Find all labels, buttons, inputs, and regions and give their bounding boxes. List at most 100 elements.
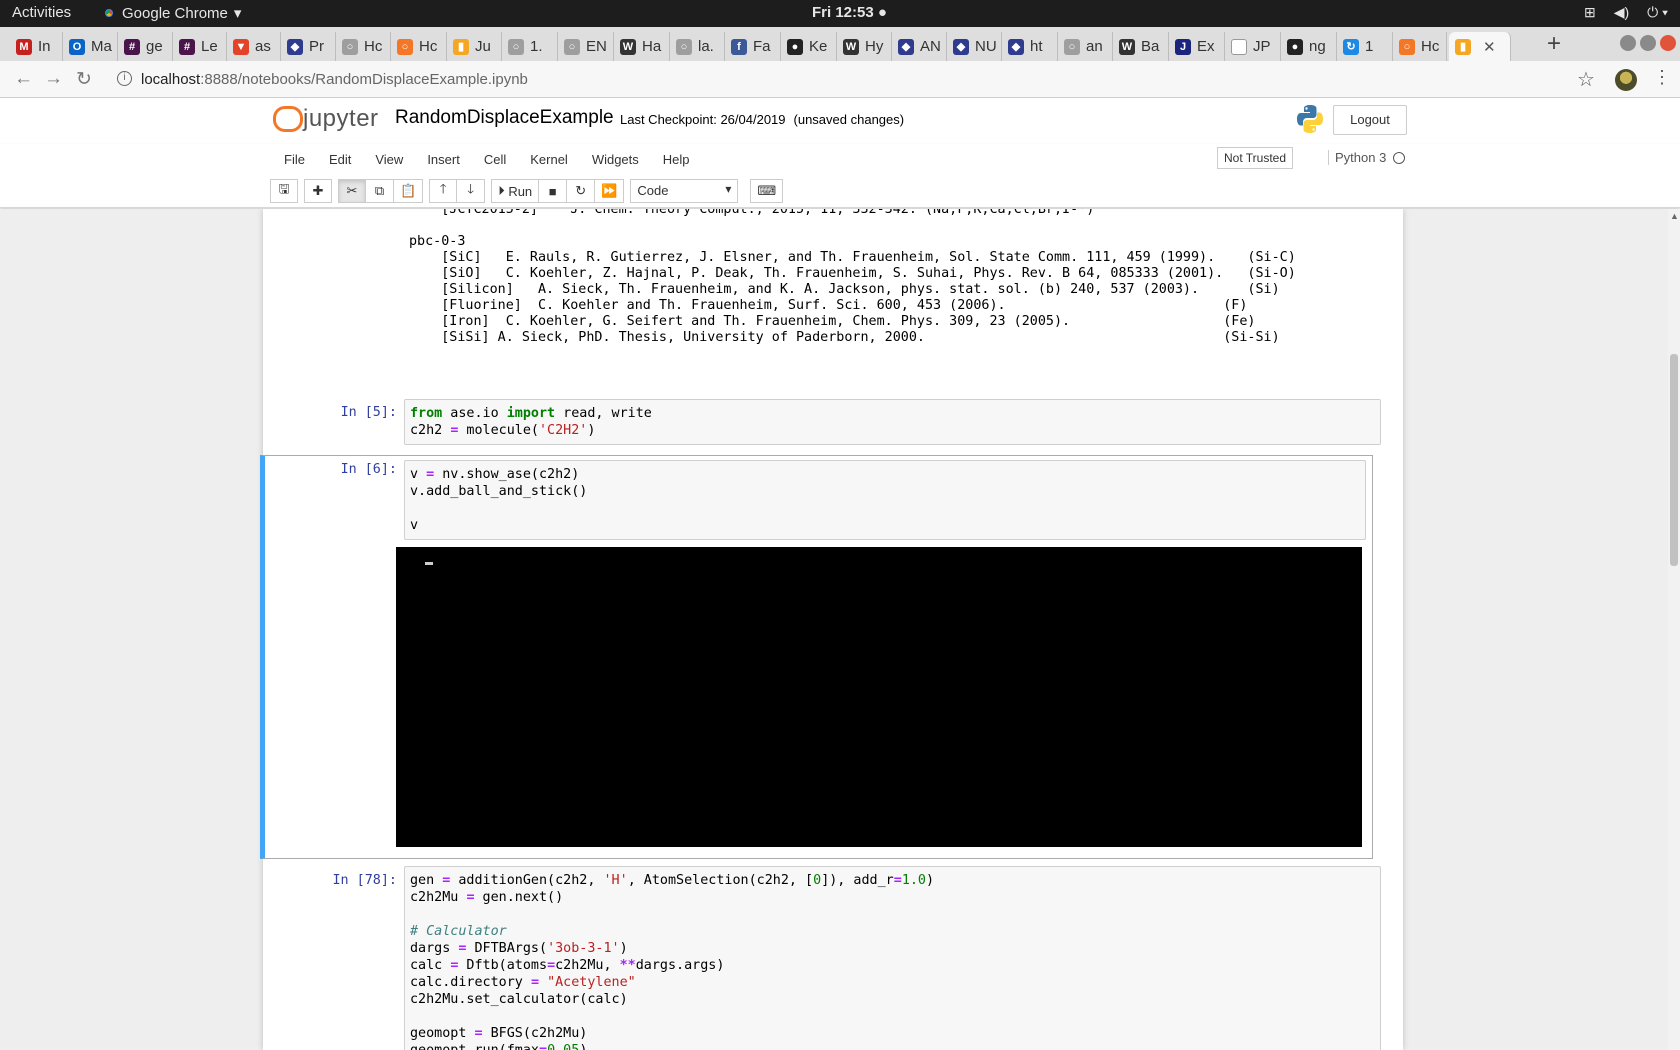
tab-title: Ma [91, 38, 112, 55]
menu-file[interactable]: File [272, 146, 317, 173]
browser-tab[interactable]: ○ EN [558, 32, 614, 61]
new-tab-button[interactable]: + [1547, 30, 1561, 58]
code-cell-5[interactable]: In [5]: from ase.io import read, write c… [277, 399, 1387, 451]
clock[interactable]: Fri 12:53 ● [812, 4, 887, 21]
scrollbar-thumb[interactable] [1670, 354, 1678, 566]
notebook-scroll-area[interactable]: [JCTC2015-2] J. Chem. Theory Comput., 20… [0, 209, 1668, 1050]
nglview-widget-canvas[interactable] [396, 547, 1362, 847]
browser-tab[interactable]: ○ an [1058, 32, 1113, 61]
logout-button[interactable]: Logout [1333, 105, 1407, 135]
close-window-icon[interactable] [1660, 35, 1676, 51]
restart-run-all-button[interactable]: ⏩ [595, 179, 625, 203]
minimize-icon[interactable] [1620, 35, 1636, 51]
maximize-icon[interactable] [1640, 35, 1656, 51]
menu-insert[interactable]: Insert [415, 146, 472, 173]
page-scrollbar[interactable]: ▲ [1668, 209, 1680, 1050]
reload-icon[interactable]: ↻ [76, 68, 92, 91]
browser-tab[interactable]: ↻ 1 [1337, 32, 1393, 61]
menu-cell[interactable]: Cell [472, 146, 518, 173]
browser-tab[interactable]: W Ba [1113, 32, 1169, 61]
copy-cell-button[interactable]: ⧉ [366, 179, 394, 203]
menu-list: File Edit View Insert Cell Kernel Widgets Help [272, 146, 702, 173]
browser-tab[interactable]: ◆ AN [892, 32, 947, 61]
tab-favicon-icon: f [731, 38, 747, 55]
browser-tab[interactable]: ● Ke [781, 32, 837, 61]
network-icon: ⊞ [1583, 4, 1596, 20]
browser-tab[interactable]: ◆ ht [1002, 32, 1058, 61]
browser-tab[interactable]: # ge [118, 32, 173, 61]
tab-favicon-icon: O [69, 38, 85, 55]
tab-title: ge [146, 38, 163, 55]
url-field[interactable]: localhost:8888/notebooks/RandomDisplaceE… [141, 71, 528, 88]
bookmark-star-icon[interactable]: ☆ [1577, 67, 1595, 92]
browser-tab[interactable]: ○ Hc [1393, 32, 1447, 61]
notebook-title[interactable]: RandomDisplaceExample [395, 107, 614, 129]
tab-favicon-icon: # [124, 38, 140, 55]
tab-title: Pr [309, 38, 324, 55]
browser-tab[interactable]: ▼ as [227, 32, 281, 61]
browser-tab[interactable]: ○ Hc [336, 32, 391, 61]
cell-type-select[interactable]: Code [630, 179, 739, 203]
menu-kernel[interactable]: Kernel [518, 146, 580, 173]
browser-tab[interactable]: M In [10, 32, 63, 61]
site-info-icon[interactable]: i [117, 71, 132, 86]
app-menu[interactable]: Google Chrome ▾ [102, 4, 241, 22]
step-forward-icon: ⏵ [498, 183, 505, 198]
browser-tab[interactable]: W Ha [614, 32, 670, 61]
browser-tab[interactable]: W Hy [837, 32, 892, 61]
code-editor[interactable]: gen = additionGen(c2h2, 'H', AtomSelecti… [404, 866, 1381, 1050]
back-arrow-icon[interactable]: ← [14, 68, 33, 90]
paste-cell-button[interactable]: 📋 [394, 179, 424, 203]
move-down-button[interactable]: 🡓 [457, 179, 486, 203]
interrupt-button[interactable]: ■ [539, 179, 568, 203]
trust-status-button[interactable]: Not Trusted [1217, 147, 1294, 169]
browser-tab[interactable]: ○ Hc [391, 32, 447, 61]
save-button[interactable]: 🖫 [270, 179, 298, 203]
copy-icon: ⧉ [374, 183, 385, 198]
browser-tab[interactable]: f Fa [725, 32, 781, 61]
browser-tab[interactable]: J Ex [1169, 32, 1225, 61]
browser-tab[interactable]: O Ma [63, 32, 118, 61]
stop-icon: ■ [548, 183, 557, 199]
browser-tab[interactable]: ● ng [1281, 32, 1337, 61]
output-line: [Silicon] A. Sieck, Th. Frauenheim, and … [409, 282, 1280, 297]
menu-help[interactable]: Help [651, 146, 702, 173]
output-line: pbc-0-3 [409, 234, 466, 249]
browser-tab[interactable]: ○ la. [670, 32, 725, 61]
scroll-up-arrow-icon[interactable]: ▲ [1670, 211, 1679, 221]
restart-kernel-button[interactable]: ↻ [567, 179, 596, 203]
activities-button[interactable]: Activities [12, 4, 71, 21]
menu-widgets[interactable]: Widgets [580, 146, 651, 173]
system-top-bar: Activities Google Chrome ▾ Fri 12:53 ● ⊞… [0, 0, 1680, 27]
code-editor[interactable]: v = nv.show_ase(c2h2) v.add_ball_and_sti… [404, 460, 1366, 540]
close-tab-icon[interactable]: ✕ [1483, 38, 1496, 56]
code-cell-78[interactable]: In [78]: gen = additionGen(c2h2, 'H', At… [277, 866, 1387, 1050]
menu-view[interactable]: View [363, 146, 415, 173]
plus-icon: ✚ [312, 183, 324, 198]
jupyter-logo[interactable]: jupyter [273, 104, 379, 134]
browser-tab[interactable]: ◆ NU [947, 32, 1002, 61]
menu-edit[interactable]: Edit [317, 146, 363, 173]
profile-avatar[interactable] [1615, 69, 1637, 91]
command-palette-button[interactable]: ⌨ [750, 179, 784, 203]
notebook-container: [JCTC2015-2] J. Chem. Theory Comput., 20… [260, 209, 1403, 1050]
browser-tab[interactable]: # Le [173, 32, 227, 61]
insert-cell-button[interactable]: ✚ [304, 179, 332, 203]
system-tray[interactable]: ⊞ ◀) ⏻ ▾ [1584, 4, 1668, 21]
active-browser-tab[interactable]: ▮ ✕ [1449, 32, 1511, 61]
tab-favicon-icon: ◆ [1008, 38, 1024, 55]
code-editor[interactable]: from ase.io import read, write c2h2 = mo… [404, 399, 1381, 445]
browser-tab[interactable]: ◆ Pr [281, 32, 336, 61]
cut-cell-button[interactable]: ✂ [338, 179, 366, 203]
forward-arrow-icon[interactable]: → [44, 68, 63, 90]
run-button[interactable]: ⏵ Run [491, 179, 540, 203]
tab-favicon-icon: J [1175, 38, 1191, 55]
browser-tab[interactable]: ▮ Ju [447, 32, 502, 61]
chrome-menu-icon[interactable]: ⋮ [1653, 67, 1671, 88]
code-cell-6-selected[interactable]: In [6]: v = nv.show_ase(c2h2) v.add_ball… [260, 455, 1373, 859]
browser-tab[interactable]: ○ 1. [502, 32, 558, 61]
move-up-button[interactable]: 🡑 [429, 179, 458, 203]
kernel-name[interactable]: Python 3 [1328, 150, 1386, 165]
python-logo-icon [1297, 105, 1323, 133]
browser-tab[interactable]: JP [1225, 32, 1281, 61]
